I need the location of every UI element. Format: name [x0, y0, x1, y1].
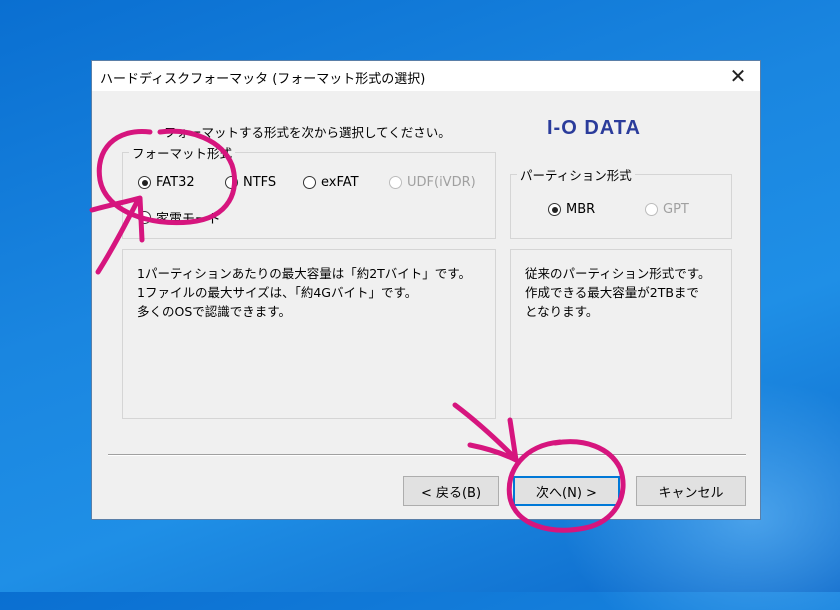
back-button[interactable]: < 戻る(B)	[403, 476, 499, 506]
partition-description-box: 従来のパーティション形式です。 作成できる最大容量が2TBまで となります。	[510, 249, 732, 419]
format-description-line: 多くのOSで認識できます。	[137, 304, 292, 319]
format-type-legend: フォーマット形式	[132, 146, 233, 161]
partition-description-line: 従来のパーティション形式です。	[525, 266, 711, 281]
partition-description-line: となります。	[525, 304, 599, 319]
radio-exfat-label: exFAT	[321, 175, 359, 190]
home-appliance-mode-label: 家電モード	[156, 212, 222, 227]
partition-description-line: 作成できる最大容量が2TBまで	[525, 285, 699, 300]
title-bar: ハードディスクフォーマッタ (フォーマット形式の選択) ✕	[92, 61, 760, 91]
radio-udf-ivdr-label: UDF(iVDR)	[407, 175, 476, 190]
radio-ntfs[interactable]: NTFS	[225, 175, 276, 190]
radio-mbr-label: MBR	[566, 202, 596, 217]
partition-type-legend: パーティション形式	[520, 168, 632, 183]
iodata-logo: I-O DATA	[547, 117, 641, 139]
radio-exfat[interactable]: exFAT	[303, 175, 359, 190]
format-dialog: ハードディスクフォーマッタ (フォーマット形式の選択) ✕ フォーマットする形式…	[91, 60, 761, 520]
radio-indicator	[225, 176, 238, 189]
radio-home-appliance-mode[interactable]: 家電モード	[138, 208, 221, 227]
close-icon[interactable]: ✕	[716, 61, 760, 91]
instruction-text: フォーマットする形式を次から選択してください。	[164, 125, 451, 140]
radio-ntfs-label: NTFS	[243, 175, 277, 190]
radio-indicator	[303, 176, 316, 189]
format-description-box: 1パーティションあたりの最大容量は「約2Tバイト」です。 1ファイルの最大サイズ…	[122, 249, 496, 419]
radio-udf-ivdr: UDF(iVDR)	[389, 175, 476, 190]
radio-indicator	[389, 176, 402, 189]
radio-gpt: GPT	[645, 202, 689, 217]
button-separator	[108, 454, 746, 456]
radio-indicator	[548, 203, 561, 216]
dialog-title: ハードディスクフォーマッタ (フォーマット形式の選択)	[100, 72, 426, 87]
format-description-line: 1ファイルの最大サイズは、「約4Gバイト」です。	[137, 285, 418, 300]
radio-indicator	[138, 211, 151, 224]
radio-mbr[interactable]: MBR	[548, 202, 595, 217]
radio-gpt-label: GPT	[663, 202, 689, 217]
radio-indicator	[138, 176, 151, 189]
radio-fat32[interactable]: FAT32	[138, 175, 195, 190]
radio-indicator	[645, 203, 658, 216]
format-description-line: 1パーティションあたりの最大容量は「約2Tバイト」です。	[137, 266, 472, 281]
partition-type-group: パーティション形式	[510, 165, 732, 239]
next-button[interactable]: 次へ(N) >	[513, 476, 620, 506]
cancel-button[interactable]: キャンセル	[636, 476, 746, 506]
radio-fat32-label: FAT32	[156, 175, 195, 190]
